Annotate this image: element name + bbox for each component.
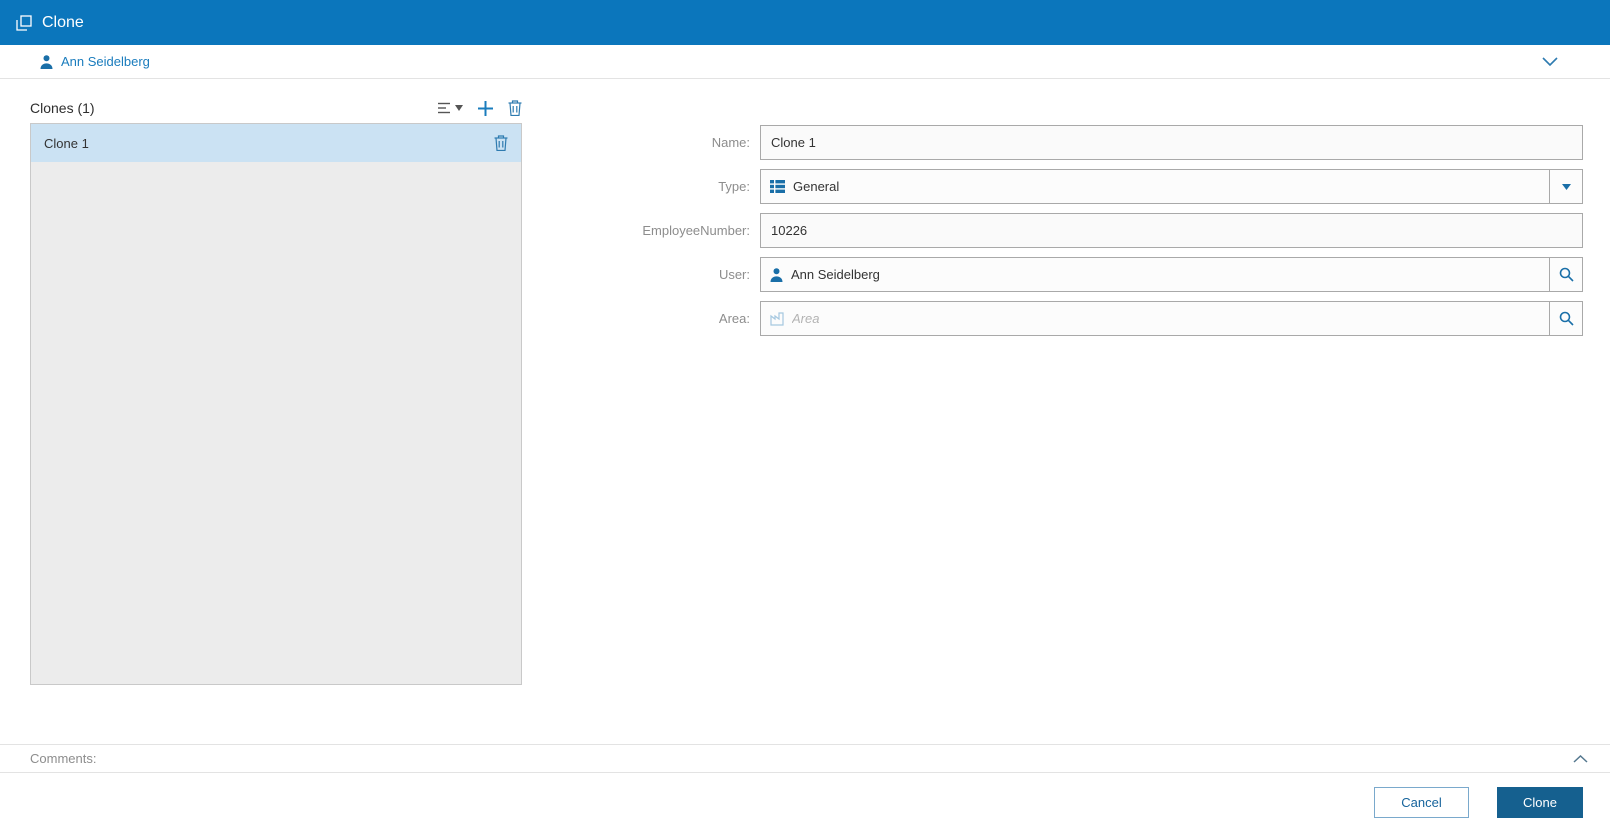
user-name-link[interactable]: Ann Seidelberg bbox=[61, 54, 150, 69]
type-field[interactable]: General bbox=[760, 169, 1550, 204]
clone-list: Clone 1 bbox=[30, 123, 522, 685]
employee-number-label: EmployeeNumber: bbox=[642, 223, 750, 238]
clone-button[interactable]: Clone bbox=[1497, 786, 1583, 818]
trash-icon bbox=[508, 100, 522, 116]
form-row-employee-number: EmployeeNumber: bbox=[570, 213, 1583, 248]
area-field[interactable] bbox=[760, 301, 1550, 336]
chevron-up-icon[interactable] bbox=[1573, 754, 1588, 763]
window-title: Clone bbox=[42, 13, 84, 31]
user-value: Ann Seidelberg bbox=[791, 267, 880, 282]
magnifier-icon bbox=[1559, 311, 1574, 326]
type-dropdown-button[interactable] bbox=[1549, 169, 1583, 204]
clones-toolbar bbox=[438, 100, 522, 116]
area-search-button[interactable] bbox=[1549, 301, 1583, 336]
trash-icon[interactable] bbox=[494, 135, 508, 151]
sort-button[interactable] bbox=[438, 101, 463, 115]
magnifier-icon bbox=[1559, 267, 1574, 282]
type-value: General bbox=[793, 179, 840, 194]
user-search-button[interactable] bbox=[1549, 257, 1583, 292]
plus-icon bbox=[478, 100, 493, 116]
delete-clone-button[interactable] bbox=[508, 100, 522, 116]
user-field[interactable]: Ann Seidelberg bbox=[760, 257, 1550, 292]
area-label: Area: bbox=[718, 311, 750, 326]
comments-section: Comments: bbox=[0, 744, 1610, 773]
titlebar: Clone bbox=[0, 0, 1610, 45]
caret-down-icon bbox=[455, 105, 463, 111]
form-row-area: Area: bbox=[570, 301, 1583, 336]
sort-icon bbox=[438, 101, 452, 115]
form-row-name: Name: bbox=[570, 125, 1583, 160]
name-input[interactable] bbox=[760, 125, 1583, 160]
employee-number-input[interactable] bbox=[760, 213, 1583, 248]
user-bar: Ann Seidelberg bbox=[0, 45, 1610, 79]
clone-list-item[interactable]: Clone 1 bbox=[31, 124, 521, 162]
comments-label: Comments: bbox=[30, 751, 97, 766]
caret-down-icon bbox=[1561, 183, 1571, 190]
form-row-user: User: Ann Seidelberg bbox=[570, 257, 1583, 292]
list-icon bbox=[770, 180, 785, 193]
building-icon bbox=[770, 311, 784, 326]
user-label: User: bbox=[718, 267, 750, 282]
clones-header-label: Clones (1) bbox=[30, 100, 95, 116]
cancel-button[interactable]: Cancel bbox=[1374, 786, 1469, 818]
person-icon bbox=[770, 267, 783, 282]
area-input[interactable] bbox=[792, 311, 1540, 326]
clones-panel-header: Clones (1) bbox=[30, 96, 522, 120]
form-row-type: Type: General bbox=[570, 169, 1583, 204]
clone-icon bbox=[16, 14, 32, 31]
type-label: Type: bbox=[718, 179, 750, 194]
chevron-down-icon[interactable] bbox=[1542, 57, 1558, 66]
person-icon bbox=[40, 54, 53, 69]
add-clone-button[interactable] bbox=[478, 100, 493, 116]
footer-actions: Cancel Clone bbox=[0, 773, 1610, 831]
name-label: Name: bbox=[711, 135, 750, 150]
clone-item-label: Clone 1 bbox=[44, 135, 89, 151]
